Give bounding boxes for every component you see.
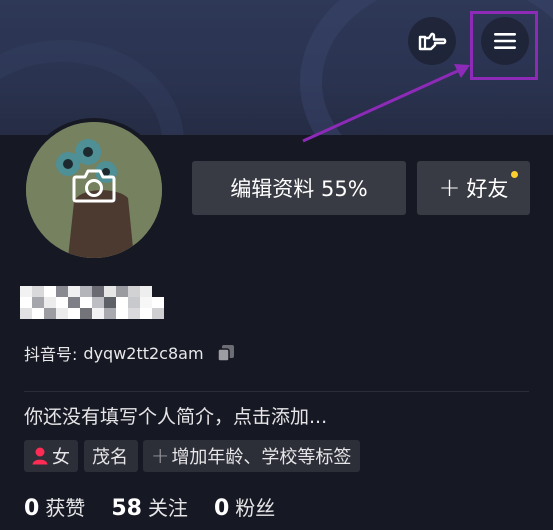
add-tags-button[interactable]: + 增加年龄、学校等标签 [143,440,360,472]
edit-profile-label: 编辑资料 55% [230,177,368,201]
douyin-id-label: 抖音号: [24,345,78,364]
stat-followers-label: 粉丝 [235,496,276,520]
camera-icon[interactable] [72,168,116,204]
stat-likes-count: 0 [24,496,40,521]
copy-icon[interactable] [216,343,236,363]
add-tag-plus-icon: + [151,443,170,469]
edit-profile-button[interactable]: 编辑资料 55% [192,161,406,215]
stats-row: 0 获赞 58 关注 0 粉丝 [24,492,301,521]
stat-likes[interactable]: 0 获赞 [24,492,85,521]
stat-following[interactable]: 58 关注 [111,492,188,521]
douyin-id-row: 抖音号: dyqw2tt2c8am [24,341,236,365]
location-tag[interactable]: 茂名 [84,440,138,472]
divider [24,391,529,392]
gender-tag-label: 女 [52,447,70,468]
stat-followers[interactable]: 0 粉丝 [214,492,275,521]
bio-placeholder[interactable]: 你还没有填写个人简介，点击添加... [24,402,327,429]
female-user-icon [32,447,48,465]
stat-likes-label: 获赞 [45,496,86,520]
stat-following-count: 58 [111,496,142,521]
notification-dot [511,171,518,178]
avatar[interactable] [26,122,162,258]
plus-icon: + [438,173,461,203]
location-tag-label: 茂名 [92,447,128,468]
douyin-id-value: dyqw2tt2c8am [83,343,204,363]
stat-followers-count: 0 [213,496,230,521]
gender-tag[interactable]: 女 [24,440,78,472]
stat-following-label: 关注 [147,496,188,520]
add-friend-label: 好友 [466,177,509,201]
add-friend-button[interactable]: + 好友 [417,161,530,215]
add-tags-label: 增加年龄、学校等标签 [171,447,352,468]
nickname-pixelated[interactable] [20,286,166,320]
